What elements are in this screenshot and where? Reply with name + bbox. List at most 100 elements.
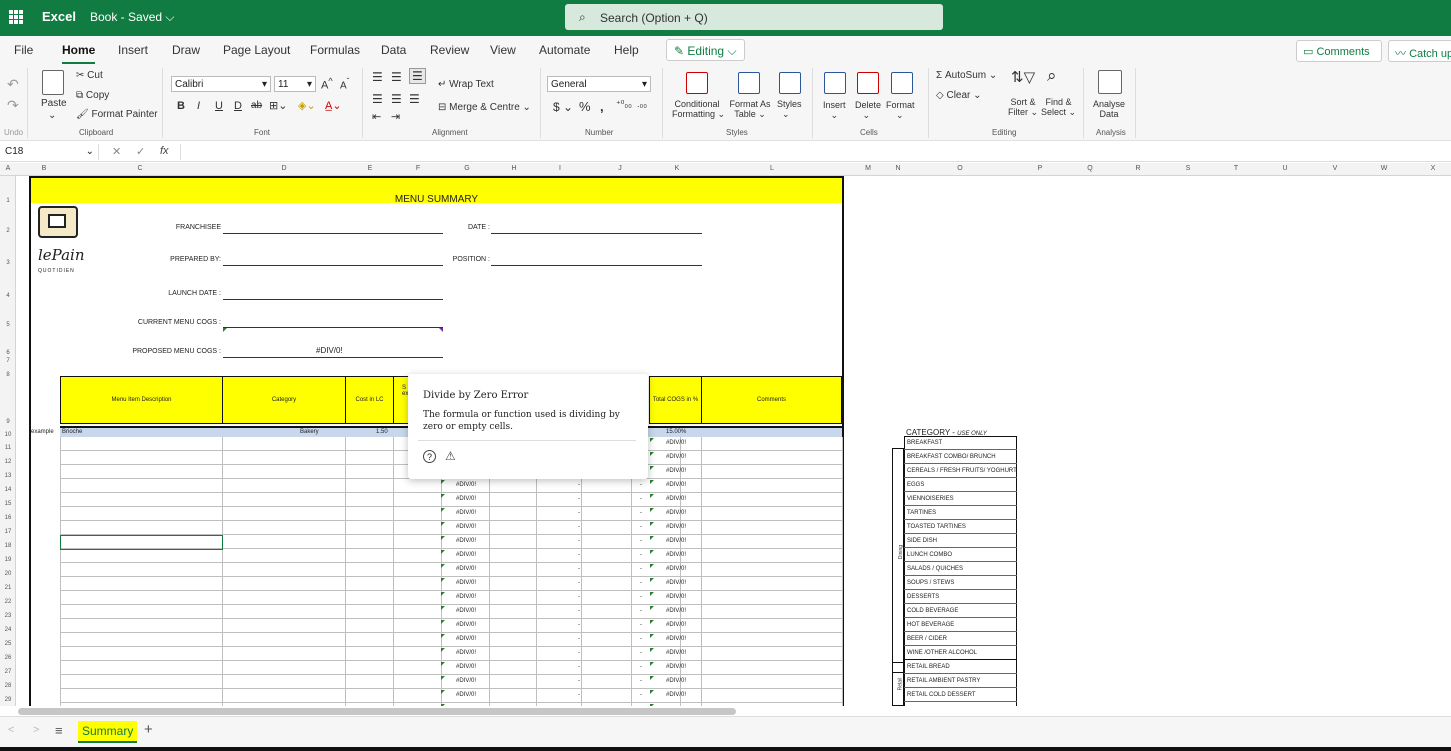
decrease-decimal-button[interactable]: .₀₀ [637,99,647,109]
copy-button[interactable]: ⧉ Copy [76,90,109,101]
row-header-3[interactable]: 3 [0,260,16,266]
cut-button[interactable]: ✂ Cut [76,70,103,81]
row-header-29[interactable]: 29 [0,697,16,703]
tab-review[interactable]: Review [430,43,469,57]
row-header-8[interactable]: 8 [0,372,16,378]
column-header-b[interactable]: B [38,165,50,172]
column-header-k[interactable]: K [671,165,683,172]
table-cell[interactable]: #DIV/0! [456,510,476,516]
example-cost[interactable]: 1.50 [376,429,388,435]
table-cell[interactable]: - [640,566,642,572]
analyse-data-button[interactable]: Analyse Data [1093,99,1125,119]
align-bottom-icon[interactable]: ☰ [409,68,426,84]
table-cell[interactable]: - [578,510,580,516]
column-header-s[interactable]: S [1182,165,1194,172]
row-header-15[interactable]: 15 [0,501,16,507]
column-header-x[interactable]: X [1427,165,1439,172]
row-header-1[interactable]: 1 [0,198,16,204]
column-header-o[interactable]: O [954,165,966,172]
row-header-12[interactable]: 12 [0,459,16,465]
example-category[interactable]: Bakery [300,429,319,435]
align-left-icon[interactable]: ☰ [372,92,383,106]
row-header-22[interactable]: 22 [0,599,16,605]
borders-icon[interactable]: ⊞⌄ [269,99,287,112]
column-header-n[interactable]: N [892,165,904,172]
align-middle-icon[interactable]: ☰ [391,70,402,84]
table-cell[interactable]: - [578,524,580,530]
column-header-f[interactable]: F [412,165,424,172]
worksheet[interactable]: MENU SUMMARY lePain QUOTIDIEN FRANCHISEE… [16,176,1451,706]
column-header-w[interactable]: W [1378,165,1390,172]
row-header-17[interactable]: 17 [0,529,16,535]
table-cell[interactable]: #DIV/0! [456,664,476,670]
table-cell[interactable]: #DIV/0! [666,552,686,558]
column-header-m[interactable]: M [862,165,874,172]
table-cell[interactable]: #DIV/0! [456,594,476,600]
table-cell[interactable]: #DIV/0! [666,692,686,698]
horizontal-scrollbar[interactable] [18,708,736,715]
table-cell[interactable]: #DIV/0! [666,650,686,656]
paste-dropdown-icon[interactable]: ⌄ [48,110,56,121]
category-item[interactable]: SALADS / QUICHES [904,562,1017,576]
row-header-20[interactable]: 20 [0,571,16,577]
table-cell[interactable]: - [578,552,580,558]
row-header-5[interactable]: 5 [0,322,16,328]
table-cell[interactable]: #DIV/0! [666,594,686,600]
example-label[interactable]: example [31,429,54,435]
table-cell[interactable]: #DIV/0! [456,524,476,530]
align-top-icon[interactable]: ☰ [372,70,383,84]
table-cell[interactable]: - [640,496,642,502]
table-cell[interactable]: - [578,608,580,614]
undo-icon[interactable]: ↶ [7,76,19,93]
row-header-28[interactable]: 28 [0,683,16,689]
category-item[interactable]: LUNCH COMBO [904,548,1017,562]
table-cell[interactable]: - [578,496,580,502]
document-title[interactable]: Book - Saved ⌵ [90,10,175,25]
table-cell[interactable]: #DIV/0! [456,678,476,684]
currency-button[interactable]: $ ⌄ [553,100,573,114]
column-header-i[interactable]: I [554,165,566,172]
category-item[interactable]: BREAKFAST COMBO/ BRUNCH [904,450,1017,464]
row-header-10[interactable]: 10 [0,432,16,438]
table-cell[interactable]: - [578,538,580,544]
table-cell[interactable]: - [640,524,642,530]
category-item[interactable]: VIENNOISERIES [904,492,1017,506]
tab-help[interactable]: Help [614,43,639,57]
column-header-v[interactable]: V [1329,165,1341,172]
row-header-24[interactable]: 24 [0,627,16,633]
font-color-icon[interactable]: A̲⌄ [325,99,342,112]
row-header-23[interactable]: 23 [0,613,16,619]
table-cell[interactable]: - [640,692,642,698]
column-header-d[interactable]: D [278,165,290,172]
table-cell[interactable]: #DIV/0! [456,622,476,628]
tab-data[interactable]: Data [381,43,406,57]
tab-insert[interactable]: Insert [118,43,148,57]
increase-indent-icon[interactable]: ⇥ [391,110,400,123]
row-header-27[interactable]: 27 [0,669,16,675]
check-icon[interactable]: ✓ [136,145,145,158]
tab-draw[interactable]: Draw [172,43,200,57]
grow-font-button[interactable]: A^ [321,76,333,92]
row-header-11[interactable]: 11 [0,445,16,451]
table-cell[interactable]: - [640,650,642,656]
table-cell[interactable]: #DIV/0! [666,440,686,446]
add-sheet-icon[interactable]: + [144,721,153,738]
category-item[interactable]: HOT BEVERAGE [904,618,1017,632]
table-cell[interactable]: - [578,664,580,670]
table-cell[interactable]: #DIV/0! [666,496,686,502]
table-cell[interactable]: - [640,608,642,614]
table-cell[interactable]: - [578,636,580,642]
app-launcher-icon[interactable] [9,10,23,24]
tab-page-layout[interactable]: Page Layout [223,43,290,57]
column-header-g[interactable]: G [461,165,473,172]
percent-button[interactable]: % [579,99,591,114]
table-cell[interactable]: #DIV/0! [456,692,476,698]
table-cell[interactable]: #DIV/0! [456,538,476,544]
table-cell[interactable]: - [578,482,580,488]
increase-decimal-button[interactable]: ⁺⁰₀₀ [616,99,632,110]
merge-centre-button[interactable]: ⊟ Merge & Centre ⌄ [438,102,531,113]
search-box[interactable]: ⌕ Search (Option + Q) [565,4,943,30]
table-cell[interactable]: #DIV/0! [666,482,686,488]
category-item[interactable]: RETAIL COLD DESSERT [904,688,1017,702]
table-cell[interactable]: #DIV/0! [666,608,686,614]
